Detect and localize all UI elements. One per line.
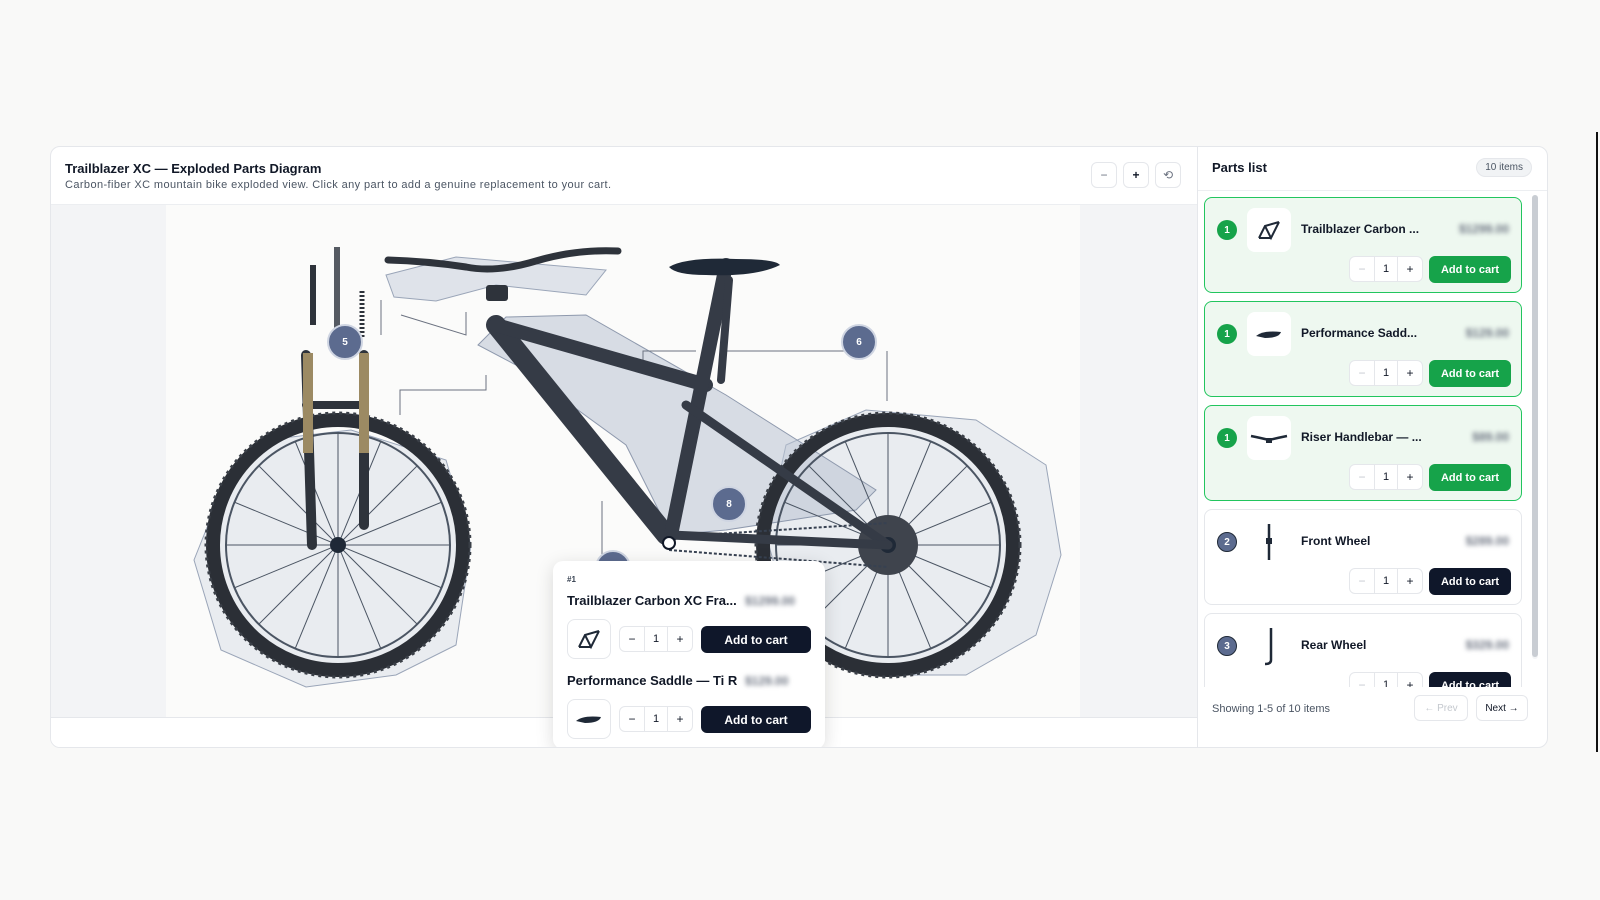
- decrement-button[interactable]: −: [1350, 673, 1374, 687]
- popover-item-price: $129.00: [745, 674, 789, 688]
- part-popover: #1 Trailblazer Carbon XC Fra... $1299.00…: [553, 561, 825, 747]
- seatpost-icon: [1247, 624, 1291, 668]
- quantity-value[interactable]: 1: [1374, 257, 1398, 281]
- handlebar-icon: [1247, 416, 1291, 460]
- popover-tag: #1: [567, 575, 576, 584]
- add-to-cart-button[interactable]: Add to cart: [701, 706, 811, 733]
- quantity-value[interactable]: 1: [1374, 361, 1398, 385]
- decrement-button[interactable]: −: [1350, 569, 1374, 593]
- quantity-stepper: − 1 +: [619, 706, 693, 732]
- part-price: $89.00: [1472, 430, 1509, 444]
- decrement-button[interactable]: −: [1350, 361, 1374, 385]
- add-to-cart-button[interactable]: Add to cart: [1429, 256, 1511, 283]
- prev-page-button[interactable]: ← Prev: [1414, 695, 1468, 721]
- next-page-button[interactable]: Next →: [1476, 695, 1528, 721]
- part-price: $1299.00: [1458, 222, 1509, 236]
- increment-button[interactable]: +: [1398, 465, 1422, 489]
- part-number-badge: 1: [1217, 324, 1237, 344]
- parts-list-panel: Parts list 10 items 1 Trailblazer Carbon…: [1197, 147, 1547, 747]
- diagram-subtitle: Carbon-fiber XC mountain bike exploded v…: [65, 179, 612, 191]
- zoom-out-button[interactable]: −: [1091, 162, 1117, 188]
- add-to-cart-button[interactable]: Add to cart: [701, 626, 811, 653]
- quantity-stepper: − 1 +: [1349, 672, 1423, 687]
- diagram-header: Trailblazer XC — Exploded Parts Diagram …: [51, 147, 1197, 205]
- reset-zoom-button[interactable]: ⟲: [1155, 162, 1181, 188]
- decrement-button[interactable]: −: [1350, 257, 1374, 281]
- quantity-stepper: − 1 +: [1349, 568, 1423, 594]
- part-price: $129.00: [1465, 326, 1509, 340]
- part-number-badge: 3: [1217, 636, 1237, 656]
- popover-item-name: Trailblazer Carbon XC Fra...: [567, 593, 737, 608]
- part-name: Front Wheel: [1301, 534, 1371, 548]
- popover-item-name: Performance Saddle — Ti R...: [567, 673, 737, 688]
- part-name: Riser Handlebar — ...: [1301, 430, 1422, 444]
- quantity-value[interactable]: 1: [1374, 673, 1398, 687]
- parts-list-item[interactable]: 3 Rear Wheel $329.00 − 1 + Add to cart: [1204, 613, 1522, 687]
- saddle-icon: [567, 699, 611, 739]
- quantity-value[interactable]: 1: [644, 707, 668, 731]
- increment-button[interactable]: +: [1398, 361, 1422, 385]
- pagination-info: Showing 1-5 of 10 items: [1212, 703, 1331, 715]
- parts-diagram-card: Trailblazer XC — Exploded Parts Diagram …: [50, 146, 1548, 748]
- increment-button[interactable]: +: [1398, 257, 1422, 281]
- increment-button[interactable]: +: [668, 707, 692, 731]
- part-marker-6[interactable]: 6: [841, 324, 877, 360]
- part-number-badge: 1: [1217, 428, 1237, 448]
- parts-list-header: Parts list 10 items: [1198, 147, 1547, 191]
- part-price: $289.00: [1465, 534, 1509, 548]
- parts-list-title: Parts list: [1212, 160, 1267, 175]
- window-edge: [1596, 132, 1598, 752]
- quantity-value[interactable]: 1: [1374, 569, 1398, 593]
- quantity-value[interactable]: 1: [644, 627, 668, 651]
- increment-button[interactable]: +: [668, 627, 692, 651]
- decrement-button[interactable]: −: [620, 627, 644, 651]
- decrement-button[interactable]: −: [1350, 465, 1374, 489]
- saddle-icon: [1247, 312, 1291, 356]
- increment-button[interactable]: +: [1398, 673, 1422, 687]
- part-marker-8[interactable]: 8: [711, 486, 747, 522]
- part-price: $329.00: [1465, 638, 1509, 652]
- item-count-badge: 10 items: [1476, 158, 1532, 177]
- quantity-stepper: − 1 +: [619, 626, 693, 652]
- increment-button[interactable]: +: [1398, 569, 1422, 593]
- diagram-panel: Trailblazer XC — Exploded Parts Diagram …: [51, 147, 1197, 747]
- add-to-cart-button[interactable]: Add to cart: [1429, 360, 1511, 387]
- fork-icon: [1247, 520, 1291, 564]
- part-name: Rear Wheel: [1301, 638, 1367, 652]
- quantity-stepper: − 1 +: [1349, 256, 1423, 282]
- part-number-badge: 2: [1217, 532, 1237, 552]
- frame-icon: [567, 619, 611, 659]
- quantity-stepper: − 1 +: [1349, 360, 1423, 386]
- scrollbar-thumb[interactable]: [1532, 195, 1538, 657]
- parts-list-item[interactable]: 1 Riser Handlebar — ... $89.00 − 1 + Add…: [1204, 405, 1522, 501]
- part-name: Performance Sadd...: [1301, 326, 1418, 340]
- popover-item-price: $1299.00: [745, 594, 796, 608]
- parts-list-item[interactable]: 1 Trailblazer Carbon ... $1299.00 − 1 + …: [1204, 197, 1522, 293]
- parts-list-scrollbar[interactable]: [1532, 195, 1538, 659]
- parts-list: 1 Trailblazer Carbon ... $1299.00 − 1 + …: [1198, 191, 1530, 687]
- add-to-cart-button[interactable]: Add to cart: [1429, 464, 1511, 491]
- decrement-button[interactable]: −: [620, 707, 644, 731]
- diagram-title: Trailblazer XC — Exploded Parts Diagram: [65, 161, 322, 176]
- parts-list-item[interactable]: 1 Performance Sadd... $129.00 − 1 + Add …: [1204, 301, 1522, 397]
- add-to-cart-button[interactable]: Add to cart: [1429, 568, 1511, 595]
- add-to-cart-button[interactable]: Add to cart: [1429, 672, 1511, 687]
- part-number-badge: 1: [1217, 220, 1237, 240]
- parts-list-item[interactable]: 2 Front Wheel $289.00 − 1 + Add to cart: [1204, 509, 1522, 605]
- part-name: Trailblazer Carbon ...: [1301, 222, 1420, 236]
- quantity-value[interactable]: 1: [1374, 465, 1398, 489]
- frame-icon: [1247, 208, 1291, 252]
- part-marker-5[interactable]: 5: [327, 324, 363, 360]
- zoom-in-button[interactable]: +: [1123, 162, 1149, 188]
- parts-list-footer: Showing 1-5 of 10 items ← Prev Next →: [1198, 687, 1547, 747]
- quantity-stepper: − 1 +: [1349, 464, 1423, 490]
